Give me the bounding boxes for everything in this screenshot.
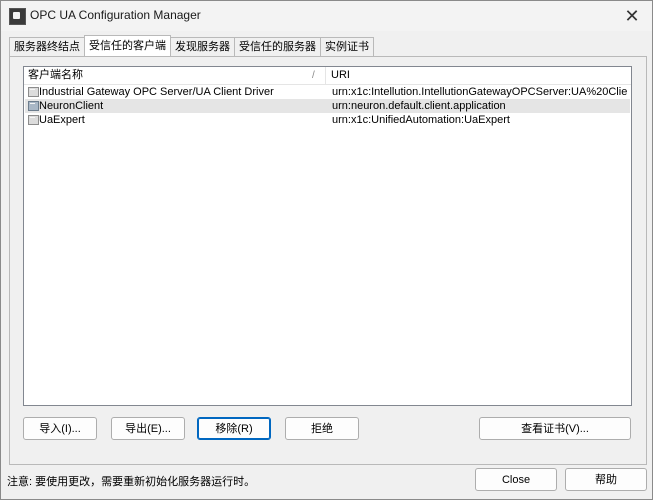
column-header-client-name[interactable]: 客户端名称 [24, 67, 326, 84]
client-name: NeuronClient [39, 100, 104, 112]
tab-instance-certificate[interactable]: 实例证书 [320, 37, 374, 56]
list-row[interactable]: NeuronClient urn:neuron.default.client.a… [25, 99, 630, 113]
config-manager-window: OPC UA Configuration Manager ✕ 服务器终结点 受信… [0, 0, 653, 500]
client-uri: urn:x1c:UnifiedAutomation:UaExpert [332, 114, 510, 126]
remove-button[interactable]: 移除(R) [197, 417, 271, 440]
certificate-icon [28, 115, 39, 125]
column-resize-grip[interactable]: / [312, 67, 315, 84]
restart-note: 注意: 要使用更改，需要重新初始化服务器运行时。 [7, 476, 256, 488]
reject-button[interactable]: 拒绝 [285, 417, 359, 440]
import-button[interactable]: 导入(I)... [23, 417, 97, 440]
client-uri: urn:x1c:Intellution.IntellutionGatewayOP… [332, 86, 628, 98]
tab-trusted-clients[interactable]: 受信任的客户端 [84, 35, 171, 56]
tab-strip: 服务器终结点 受信任的客户端 发现服务器 受信任的服务器 实例证书 [9, 35, 374, 57]
title-bar[interactable]: OPC UA Configuration Manager ✕ [1, 1, 652, 31]
list-header: 客户端名称 / URI [24, 67, 631, 85]
certificate-icon [28, 87, 39, 97]
client-uri: urn:neuron.default.client.application [332, 100, 506, 112]
tab-discovery-servers[interactable]: 发现服务器 [170, 37, 235, 56]
window-title: OPC UA Configuration Manager [30, 8, 201, 22]
view-certificate-button[interactable]: 查看证书(V)... [479, 417, 631, 440]
trusted-clients-list[interactable]: 客户端名称 / URI Industrial Gateway OPC Serve… [23, 66, 632, 406]
tab-server-endpoints[interactable]: 服务器终结点 [9, 37, 85, 56]
column-header-uri[interactable]: URI [327, 67, 631, 84]
client-name: Industrial Gateway OPC Server/UA Client … [39, 86, 274, 98]
close-window-icon[interactable]: ✕ [612, 1, 652, 31]
close-button[interactable]: Close [475, 468, 557, 491]
export-button[interactable]: 导出(E)... [111, 417, 185, 440]
help-button[interactable]: 帮助 [565, 468, 647, 491]
client-name: UaExpert [39, 114, 85, 126]
column-header-client-name-label: 客户端名称 [28, 69, 83, 81]
app-icon [9, 8, 26, 25]
list-row[interactable]: UaExpert urn:x1c:UnifiedAutomation:UaExp… [25, 113, 630, 127]
certificate-icon [28, 101, 39, 111]
tab-trusted-servers[interactable]: 受信任的服务器 [234, 37, 321, 56]
list-row[interactable]: Industrial Gateway OPC Server/UA Client … [25, 85, 630, 99]
